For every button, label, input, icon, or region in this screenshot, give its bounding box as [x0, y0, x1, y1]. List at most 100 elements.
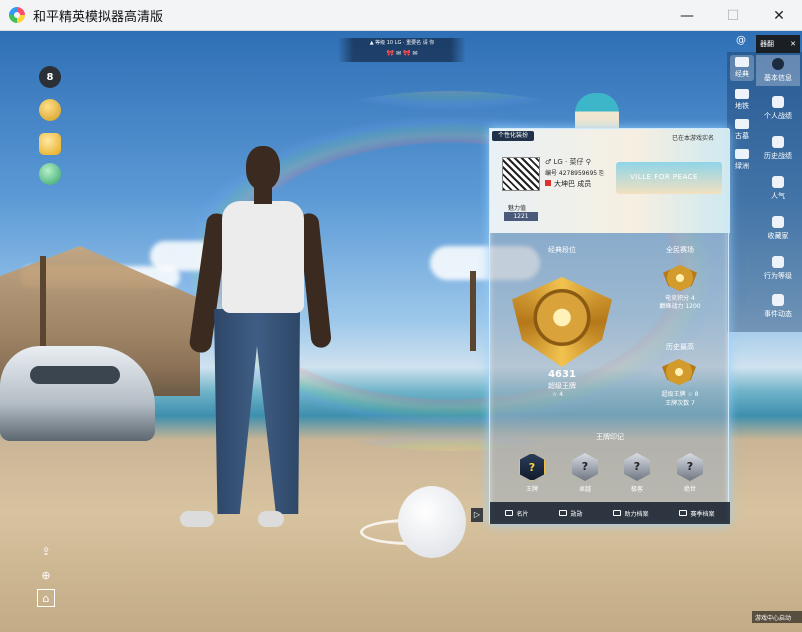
history-emblem-icon: [662, 359, 696, 385]
maximize-button[interactable]: ☐: [710, 0, 756, 31]
archive-icon: [613, 510, 622, 516]
add-friend-icon[interactable]: ⊕: [37, 566, 55, 584]
record-icon: [772, 96, 784, 108]
wings-icon[interactable]: [39, 163, 61, 185]
popularity-icon: [772, 176, 784, 188]
home-icon[interactable]: ⌂: [37, 589, 55, 607]
support-archive-button[interactable]: 助力档案: [613, 509, 649, 518]
top-hud-line1: ▲ 等级 10 LG · 重要名 请 你: [369, 40, 435, 46]
profile-icon: [772, 58, 784, 70]
footer-label: 赛季档案: [690, 510, 715, 518]
mark-ace[interactable]: ? 王牌: [507, 453, 557, 493]
menu-events[interactable]: 事件动态: [756, 294, 800, 319]
gift-icon[interactable]: [39, 133, 61, 155]
mode-icon: [735, 119, 749, 129]
at-icon[interactable]: @: [734, 35, 748, 49]
menu-collector[interactable]: 收藏家: [756, 216, 800, 241]
game-center-tag[interactable]: 游戏中心启动: [752, 611, 802, 623]
season-archive-button[interactable]: 赛季档案: [679, 509, 715, 518]
car: [0, 346, 155, 441]
mark-label: 卓越: [578, 486, 591, 493]
medal-button[interactable]: 勋勋: [559, 509, 583, 518]
share-icon[interactable]: ⇪: [37, 542, 55, 560]
menu-label: 基本信息: [764, 74, 792, 82]
mode-tab-metro[interactable]: 地铁: [730, 89, 754, 111]
pet[interactable]: [398, 486, 466, 558]
rank-emblem-icon: [512, 277, 612, 367]
app-logo-icon: [9, 7, 25, 23]
footer-label: 名片: [516, 510, 529, 518]
charm-label: 魅力值: [508, 205, 527, 212]
menu-label: 行为等级: [764, 272, 792, 280]
history-title: 历史最高: [666, 343, 694, 351]
realname-status: 已在本游戏实名: [671, 135, 714, 142]
expand-arrow-icon[interactable]: ▷: [471, 508, 483, 522]
translate-badge[interactable]: 器翻 ✕: [756, 35, 800, 53]
rank-score: 4631: [548, 369, 576, 380]
footer-label: 勋勋: [570, 510, 583, 518]
mode-tab-label: 地铁: [735, 102, 749, 110]
mode-tab-label: 古墓: [735, 132, 749, 140]
close-button[interactable]: ✕: [756, 0, 802, 31]
palm-tree: [470, 271, 476, 351]
window-controls: — ☐ ✕: [664, 0, 802, 31]
character-shoe: [180, 511, 214, 527]
mark-label: 极客: [630, 486, 643, 493]
coin-icon[interactable]: [39, 99, 61, 121]
locked-badge-icon: ?: [677, 453, 703, 481]
mark-label: 绝世: [683, 486, 696, 493]
character-head: [246, 146, 280, 190]
card-button[interactable]: 名片: [505, 509, 529, 518]
locked-badge-icon: ?: [624, 453, 650, 481]
menu-popularity[interactable]: 人气: [756, 176, 800, 201]
player-id[interactable]: 编号 4278959695 ⎘: [545, 168, 604, 178]
mark-unique[interactable]: ? 绝世: [665, 453, 715, 493]
menu-label: 历史战绩: [764, 152, 792, 160]
footer-label: 助力档案: [624, 510, 649, 518]
card-icon: [505, 510, 514, 516]
mode-tab-label: 绿洲: [735, 162, 749, 170]
charm-value: 1221: [504, 212, 538, 221]
character-jeans: [214, 309, 300, 514]
allpeople-line2: 巅峰战力 1200: [659, 303, 701, 310]
avatar[interactable]: [502, 157, 540, 191]
banner-text: VILLE FOR PEACE: [630, 173, 699, 181]
history-icon: [772, 136, 784, 148]
mode-icon: [735, 57, 749, 67]
season-icon: [679, 510, 688, 516]
top-hud: ▲ 等级 10 LG · 重要名 请 你 🎀 ✉ 🎀 ✉: [338, 38, 466, 62]
mark-label: 王牌: [525, 486, 538, 493]
menu-behavior-level[interactable]: 行为等级: [756, 256, 800, 281]
top-hud-line2: 🎀 ✉ 🎀 ✉: [386, 50, 418, 57]
customize-tab[interactable]: 个性化装扮: [492, 131, 535, 141]
collector-icon: [772, 216, 784, 228]
mark-geek[interactable]: ? 极客: [612, 453, 662, 493]
menu-history-record[interactable]: 历史战绩: [756, 136, 800, 161]
profile-panel: 个性化装扮 已在本游戏实名 ♂ LG · 菜仔 ⚲ 编号 4278959695 …: [489, 128, 730, 524]
ace-badge-icon: ?: [519, 453, 545, 481]
character-shoe: [258, 511, 284, 527]
rank-tier: 超级王牌: [548, 382, 576, 390]
window-titlebar: 和平精英模拟器高清版 — ☐ ✕: [0, 0, 802, 31]
minimize-button[interactable]: —: [664, 0, 710, 31]
mode-tab-tomb[interactable]: 古墓: [730, 119, 754, 141]
menu-personal-record[interactable]: 个人战绩: [756, 96, 800, 121]
mode-tab-oasis[interactable]: 绿洲: [730, 149, 754, 171]
mark-excellent[interactable]: ? 卓越: [560, 453, 610, 493]
medal-icon: [559, 510, 568, 516]
classic-rank-title: 经典段位: [548, 246, 576, 254]
close-icon[interactable]: ✕: [790, 40, 796, 48]
clan-name[interactable]: 大坤巴 成员: [545, 179, 591, 189]
behavior-icon: [772, 256, 784, 268]
marks-title: 王牌印记: [596, 433, 624, 441]
menu-basic-info[interactable]: 基本信息: [756, 55, 800, 86]
history-line2: 王牌次数 7: [665, 400, 695, 407]
mode-tab-classic[interactable]: 经典: [730, 55, 754, 81]
voice-icon[interactable]: 8: [39, 66, 61, 88]
menu-label: 收藏家: [767, 232, 789, 240]
rank-stars: ☆ 4: [552, 391, 564, 398]
character-shirt: [222, 201, 304, 313]
allpeople-emblem-icon: [663, 265, 697, 291]
window-title: 和平精英模拟器高清版: [33, 9, 164, 25]
locked-badge-icon: ?: [572, 453, 598, 481]
